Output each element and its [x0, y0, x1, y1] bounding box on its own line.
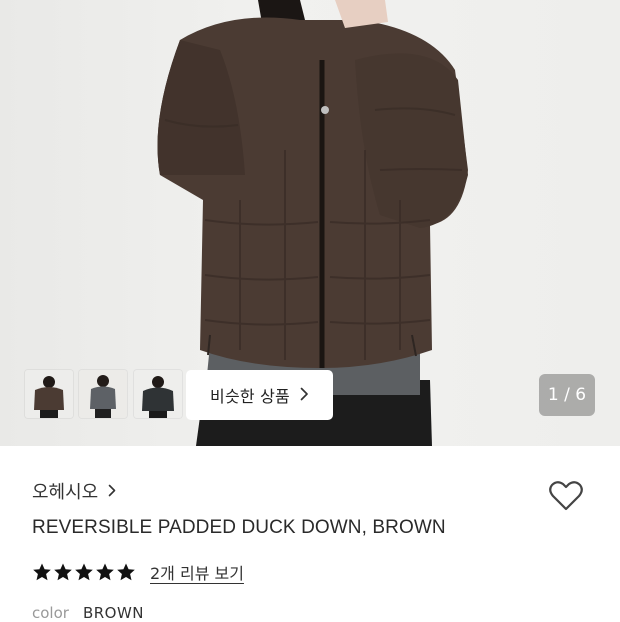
star-icon [33, 563, 51, 581]
color-label: color [32, 604, 69, 622]
image-counter: 1 / 6 [539, 374, 595, 416]
rating-row: 2개 리뷰 보기 [32, 560, 244, 584]
brand-link[interactable]: 오헤시오 [32, 478, 116, 504]
brand-name: 오헤시오 [32, 482, 99, 503]
chevron-right-icon [300, 386, 309, 405]
thumbnail-3-image [134, 370, 182, 418]
thumbnail-1-image [25, 370, 73, 418]
star-icon [96, 563, 114, 581]
product-title: REVERSIBLE PADDED DUCK DOWN, BROWN [32, 517, 446, 538]
thumbnail-1[interactable] [25, 370, 73, 418]
color-value: BROWN [82, 604, 145, 622]
product-image-gallery[interactable]: 비슷한 상품 1 / 6 [0, 0, 620, 446]
color-row: color BROWN [32, 604, 144, 622]
rating-stars [32, 562, 136, 582]
thumbnail-3[interactable] [134, 370, 182, 418]
review-link[interactable]: 2개 리뷰 보기 [150, 560, 244, 584]
chevron-right-icon [108, 482, 116, 501]
similar-products-button[interactable]: 비슷한 상품 [186, 370, 333, 420]
similar-products-label: 비슷한 상품 [210, 387, 290, 406]
star-icon [75, 563, 93, 581]
star-icon [117, 563, 135, 581]
thumbnail-2[interactable] [79, 370, 127, 418]
heart-icon[interactable] [546, 476, 586, 516]
thumbnail-2-image [79, 370, 127, 418]
star-icon [54, 563, 72, 581]
